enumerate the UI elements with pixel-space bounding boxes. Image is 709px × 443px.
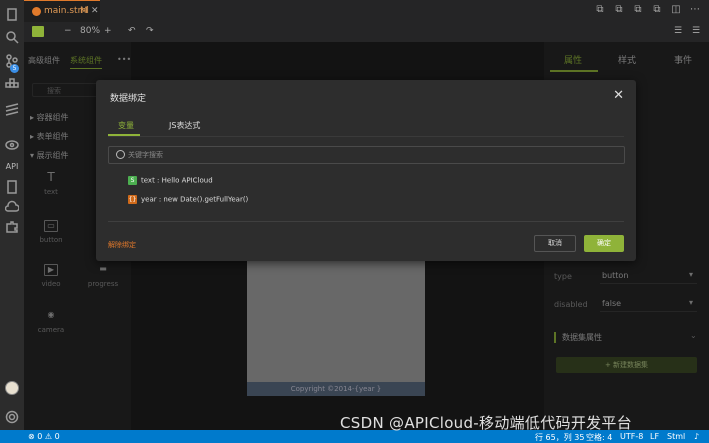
cloud-icon[interactable] <box>4 200 20 216</box>
align-icon[interactable]: ☰ <box>674 26 682 36</box>
stml-file-icon <box>32 7 41 16</box>
language-mode[interactable]: Stml <box>667 432 685 441</box>
api-label[interactable]: API <box>2 162 22 171</box>
watermark: CSDN @APICloud-移动端低代码开发平台 <box>340 414 633 432</box>
close-icon[interactable]: ✕ <box>613 88 624 103</box>
variable-item-year[interactable]: {} year : new Date().getFullYear() <box>128 195 248 204</box>
redo-icon[interactable]: ↷ <box>146 26 154 36</box>
notifications-bell-icon[interactable]: ♪ <box>694 432 699 441</box>
cancel-button[interactable]: 取消 <box>534 235 576 252</box>
tab-modified-indicator: M <box>80 6 88 16</box>
settings-gear-icon[interactable] <box>4 410 20 426</box>
object-type-icon: {} <box>128 195 137 204</box>
zoom-level: 80% <box>80 26 101 36</box>
unbind-link[interactable]: 解除绑定 <box>108 240 136 250</box>
plugin-icon[interactable] <box>4 220 20 236</box>
list-icon[interactable]: ☰ <box>692 26 700 36</box>
keyword-search-input[interactable] <box>128 148 608 162</box>
search-icon[interactable] <box>4 30 20 46</box>
dialog-divider <box>108 221 624 222</box>
problems-indicator[interactable]: ⊗ 0 ⚠ 0 <box>28 432 60 441</box>
designer-toolbar: − 80% + ↶ ↷ ◫ <box>24 22 544 52</box>
data-binding-dialog: 数据绑定 ✕ 变量 JS表达式 Stext : Hello APICloud {… <box>96 80 636 261</box>
keyword-search-box[interactable] <box>108 146 625 164</box>
source-control-badge: 5 <box>10 64 19 73</box>
preview-eye-icon[interactable] <box>4 138 20 154</box>
string-type-icon: S <box>128 176 137 185</box>
tabs-divider <box>108 136 624 137</box>
compare-icon[interactable]: ⧉ <box>594 4 606 16</box>
undo-icon[interactable]: ↶ <box>128 26 136 36</box>
tab-variables[interactable]: 变量 <box>118 120 134 131</box>
more-actions-icon[interactable]: ⋯ <box>689 4 701 16</box>
layers-icon[interactable] <box>4 102 20 118</box>
preview-icon[interactable]: ⧉ <box>613 4 625 16</box>
tab-js-expression[interactable]: JS表达式 <box>169 120 200 131</box>
files-icon[interactable] <box>4 8 20 24</box>
dialog-title: 数据绑定 <box>110 94 147 104</box>
indentation[interactable]: 空格: 4 <box>586 432 612 443</box>
tab-close-icon[interactable]: ✕ <box>91 6 99 16</box>
zoom-out-button[interactable]: − <box>64 26 72 36</box>
activity-bar: 5 API <box>0 0 24 430</box>
zoom-in-button[interactable]: + <box>104 26 112 36</box>
right-toolbar: ☰ ☰ <box>544 22 709 42</box>
search-icon <box>116 150 125 159</box>
confirm-button[interactable]: 确定 <box>584 235 624 252</box>
toggle-icon[interactable]: ⧉ <box>651 4 663 16</box>
cursor-position[interactable]: 行 65，列 35 <box>535 432 584 443</box>
tab-main-stml[interactable]: main.stml M ✕ <box>24 0 100 22</box>
extensions-icon[interactable] <box>4 78 20 94</box>
line-ending[interactable]: LF <box>650 432 659 441</box>
device-icon[interactable] <box>4 180 20 196</box>
editor-tab-bar: main.stml M ✕ ⧉ ⧉ ⧉ ⧉ ◫ ⋯ <box>24 0 709 22</box>
avatar[interactable] <box>5 381 19 395</box>
open-changes-icon[interactable]: ⧉ <box>632 4 644 16</box>
designer-logo-icon <box>32 26 44 37</box>
encoding[interactable]: UTF-8 <box>620 432 643 441</box>
variable-item-text[interactable]: Stext : Hello APICloud <box>128 176 213 185</box>
split-editor-icon[interactable]: ◫ <box>670 4 682 16</box>
editor-actions: ⧉ ⧉ ⧉ ⧉ ◫ ⋯ <box>594 4 701 16</box>
app-window: 5 API main.stml M ✕ ⧉ ⧉ ⧉ ⧉ ◫ ⋯ − 80% + … <box>0 0 709 443</box>
